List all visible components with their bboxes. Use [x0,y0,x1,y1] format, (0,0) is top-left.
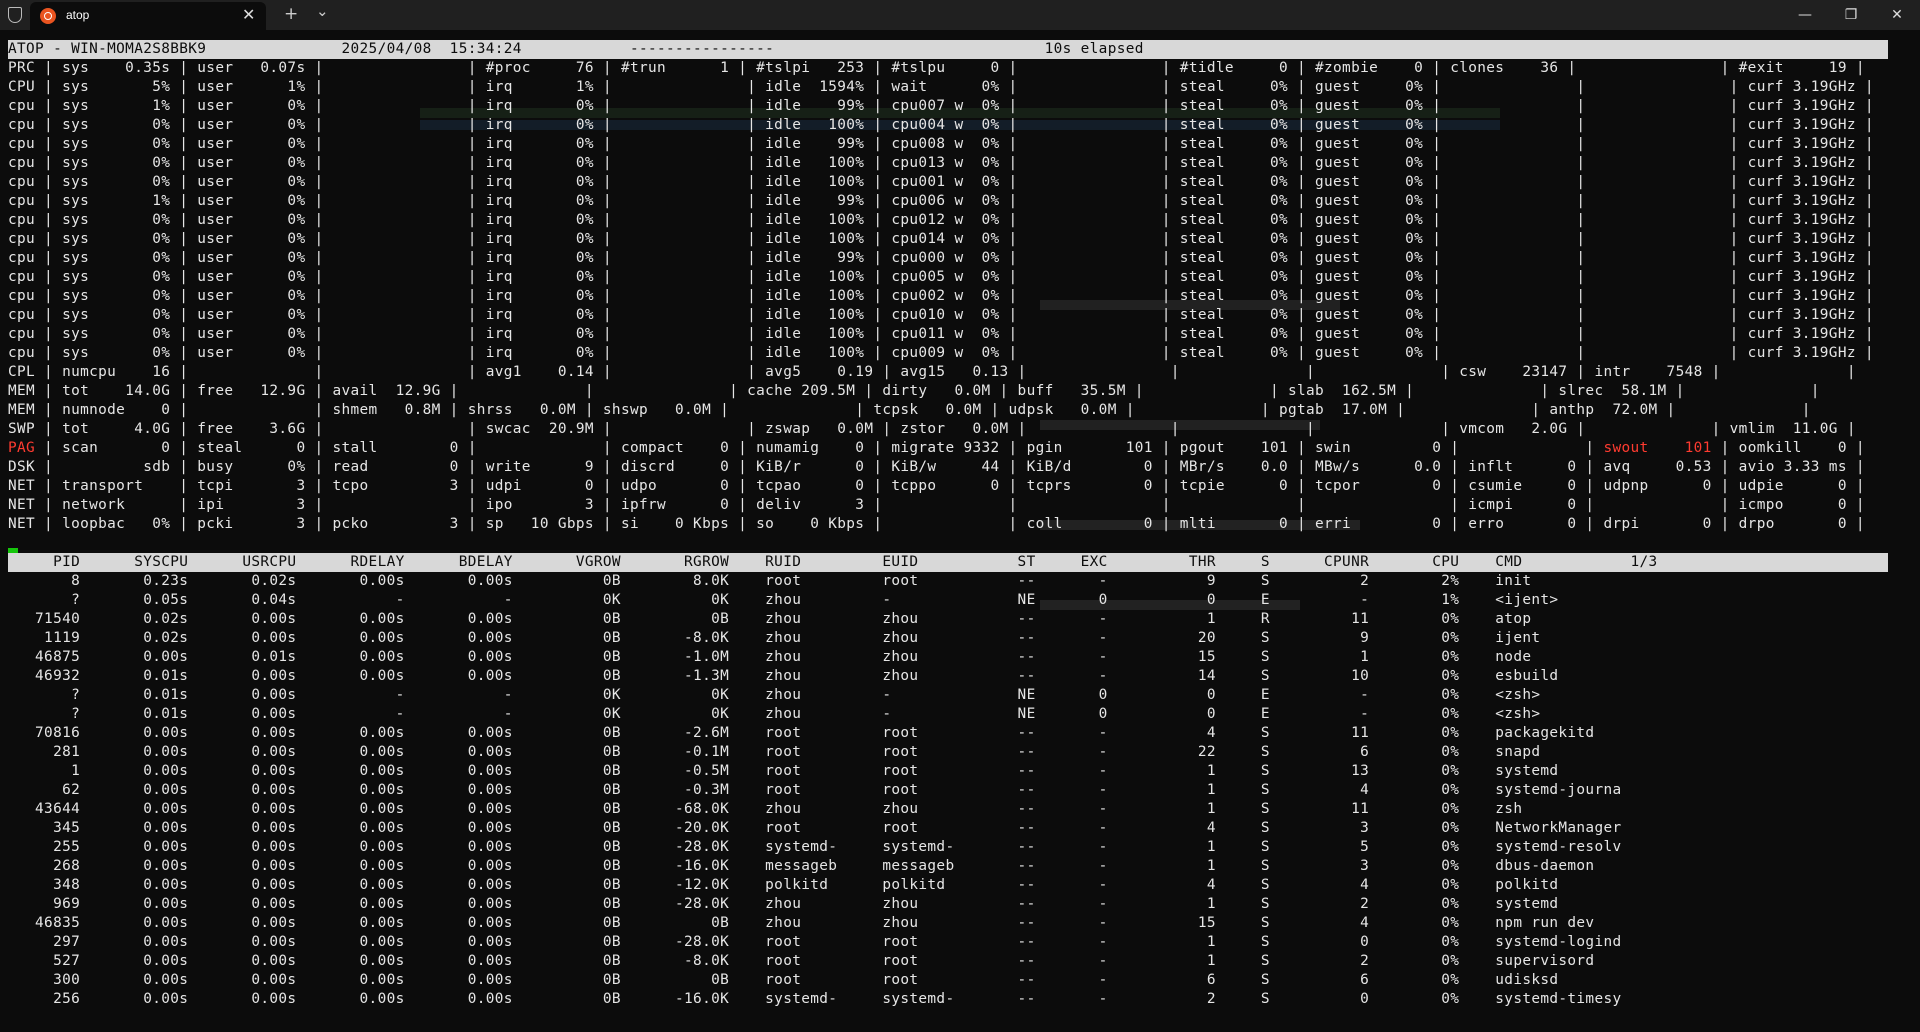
tab-dropdown-icon[interactable]: ⌄ [316,2,329,20]
stat-text: NET | network | ipi 3 | | ipo 3 | ipfrw … [8,497,1865,513]
stat-text: cpu | sys 0% | user 0% | | irq 0% | | id… [8,269,1874,285]
process-row[interactable]: ? 0.01s 0.00s - - 0K 0K zhou - NE 0 0 E … [8,686,1540,705]
swout-alert: swout 101 [1603,440,1712,456]
system-stat-row: NET | network | ipi 3 | | ipo 3 | ipfrw … [8,496,1865,515]
window-titlebar: atop ✕ + ⌄ — ❐ ✕ [0,0,1920,30]
system-stat-row: PRC | sys 0.35s | user 0.07s | | #proc 7… [8,59,1865,78]
stat-text: cpu | sys 1% | user 0% | | irq 0% | | id… [8,193,1874,209]
stat-text: CPL | numcpu 16 | | | avg1 0.14 | | avg5… [8,364,1856,380]
stat-text: cpu | sys 0% | user 0% | | irq 0% | | id… [8,345,1874,361]
alert-label: PAG [8,440,36,456]
process-row[interactable]: 46875 0.00s 0.01s 0.00s 0.00s 0B -1.0M z… [8,648,1531,667]
process-row[interactable]: 348 0.00s 0.00s 0.00s 0.00s 0B -12.0K po… [8,876,1558,895]
stat-text: cpu | sys 0% | user 0% | | irq 0% | | id… [8,136,1874,152]
ubuntu-icon [40,8,56,24]
stat-text: NET | loopbac 0% | pcki 3 | pcko 3 | sp … [8,516,1865,532]
restore-button[interactable]: ❐ [1828,2,1874,28]
stat-text: cpu | sys 0% | user 0% | | irq 0% | | id… [8,231,1874,247]
process-row[interactable]: ? 0.05s 0.04s - - 0K 0K zhou - NE 0 0 E … [8,591,1558,610]
system-stat-row: cpu | sys 0% | user 0% | | irq 0% | | id… [8,116,1874,135]
process-row[interactable]: 268 0.00s 0.00s 0.00s 0.00s 0B -16.0K me… [8,857,1594,876]
system-stat-row: cpu | sys 1% | user 0% | | irq 0% | | id… [8,192,1874,211]
process-row[interactable]: 281 0.00s 0.00s 0.00s 0.00s 0B -0.1M roo… [8,743,1540,762]
system-stat-row: NET | loopbac 0% | pcki 3 | pcko 3 | sp … [8,515,1865,534]
process-row[interactable]: 8 0.23s 0.02s 0.00s 0.00s 0B 8.0K root r… [8,572,1531,591]
stat-text: cpu | sys 1% | user 0% | | irq 0% | | id… [8,98,1874,114]
stat-text: cpu | sys 0% | user 0% | | irq 0% | | id… [8,117,1874,133]
process-row[interactable]: 70816 0.00s 0.00s 0.00s 0.00s 0B -2.6M r… [8,724,1594,743]
system-stat-row: cpu | sys 0% | user 0% | | irq 0% | | id… [8,249,1874,268]
process-row[interactable]: 71540 0.02s 0.00s 0.00s 0.00s 0B 0B zhou… [8,610,1531,629]
stat-text: cpu | sys 0% | user 0% | | irq 0% | | id… [8,307,1874,323]
system-stat-row: cpu | sys 0% | user 0% | | irq 0% | | id… [8,306,1874,325]
process-row[interactable]: 297 0.00s 0.00s 0.00s 0.00s 0B -28.0K ro… [8,933,1622,952]
process-row[interactable]: ? 0.01s 0.00s - - 0K 0K zhou - NE 0 0 E … [8,705,1540,724]
system-stat-row: NET | transport | tcpi 3 | tcpo 3 | udpi… [8,477,1865,496]
stat-text: cpu | sys 0% | user 0% | | irq 0% | | id… [8,155,1874,171]
process-row[interactable]: 43644 0.00s 0.00s 0.00s 0.00s 0B -68.0K … [8,800,1522,819]
system-stat-row: CPL | numcpu 16 | | | avg1 0.14 | | avg5… [8,363,1856,382]
process-row[interactable]: 969 0.00s 0.00s 0.00s 0.00s 0B -28.0K zh… [8,895,1558,914]
process-row[interactable]: 527 0.00s 0.00s 0.00s 0.00s 0B -8.0K roo… [8,952,1594,971]
process-row[interactable]: 1119 0.02s 0.00s 0.00s 0.00s 0B -8.0K zh… [8,629,1540,648]
system-stat-row: PAG | scan 0 | steal 0 | stall 0 | | com… [8,439,1865,458]
stat-text: SWP | tot 4.0G | free 3.6G | | swcac 20.… [8,421,1856,437]
process-row[interactable]: 46932 0.01s 0.00s 0.00s 0.00s 0B -1.3M z… [8,667,1558,686]
system-stat-row: cpu | sys 0% | user 0% | | irq 0% | | id… [8,154,1874,173]
stat-text: cpu | sys 0% | user 0% | | irq 0% | | id… [8,288,1874,304]
stat-text: | scan 0 | steal 0 | stall 0 | | compact… [35,440,1604,456]
system-stat-row: cpu | sys 0% | user 0% | | irq 0% | | id… [8,325,1874,344]
system-stat-row: cpu | sys 0% | user 0% | | irq 0% | | id… [8,268,1874,287]
process-row[interactable]: 300 0.00s 0.00s 0.00s 0.00s 0B 0B root r… [8,971,1558,990]
stat-text: cpu | sys 0% | user 0% | | irq 0% | | id… [8,174,1874,190]
stat-text: cpu | sys 0% | user 0% | | irq 0% | | id… [8,326,1874,342]
stat-text: cpu | sys 0% | user 0% | | irq 0% | | id… [8,250,1874,266]
stat-text: NET | transport | tcpi 3 | tcpo 3 | udpi… [8,478,1865,494]
process-row[interactable]: 62 0.00s 0.00s 0.00s 0.00s 0B -0.3M root… [8,781,1622,800]
system-stat-row: CPU | sys 5% | user 1% | | irq 1% | | id… [8,78,1874,97]
close-window-button[interactable]: ✕ [1874,2,1920,28]
system-stat-row: MEM | tot 14.0G | free 12.9G | avail 12.… [8,382,1820,401]
system-stat-row: MEM | numnode 0 | | shmem 0.8M | shrss 0… [8,401,1811,420]
system-stat-row: cpu | sys 0% | user 0% | | irq 0% | | id… [8,344,1874,363]
system-stat-row: cpu | sys 0% | user 0% | | irq 0% | | id… [8,173,1874,192]
system-stat-row: DSK | sdb | busy 0% | read 0 | write 9 |… [8,458,1865,477]
new-tab-button[interactable]: + [284,4,298,24]
shield-icon[interactable] [8,7,22,23]
stat-text: cpu | sys 0% | user 0% | | irq 0% | | id… [8,212,1874,228]
process-row[interactable]: 46835 0.00s 0.00s 0.00s 0.00s 0B 0B zhou… [8,914,1594,933]
atop-header-bar: ATOP - WIN-MOMA2S8BBK9 2025/04/08 15:34:… [8,40,1888,59]
minimize-button[interactable]: — [1782,2,1828,28]
system-stat-row: cpu | sys 0% | user 0% | | irq 0% | | id… [8,230,1874,249]
system-stat-row: SWP | tot 4.0G | free 3.6G | | swcac 20.… [8,420,1856,439]
tab-atop[interactable]: atop ✕ [30,2,266,30]
stat-text: MEM | tot 14.0G | free 12.9G | avail 12.… [8,383,1820,399]
system-stat-row: cpu | sys 0% | user 0% | | irq 0% | | id… [8,211,1874,230]
tab-title: atop [66,8,90,22]
system-stat-row: cpu | sys 0% | user 0% | | irq 0% | | id… [8,135,1874,154]
process-row[interactable]: 1 0.00s 0.00s 0.00s 0.00s 0B -0.5M root … [8,762,1558,781]
system-stat-row: cpu | sys 1% | user 0% | | irq 0% | | id… [8,97,1874,116]
system-stat-row: cpu | sys 0% | user 0% | | irq 0% | | id… [8,287,1874,306]
process-row[interactable]: 256 0.00s 0.00s 0.00s 0.00s 0B -16.0K sy… [8,990,1622,1009]
stat-text: CPU | sys 5% | user 1% | | irq 1% | | id… [8,79,1874,95]
stat-text: PRC | sys 0.35s | user 0.07s | | #proc 7… [8,60,1865,76]
stat-text: | oomkill 0 | [1711,440,1865,456]
process-table-header: PID SYSCPU USRCPU RDELAY BDELAY VGROW RG… [8,553,1888,572]
stat-text: DSK | sdb | busy 0% | read 0 | write 9 |… [8,459,1865,475]
process-row[interactable]: 345 0.00s 0.00s 0.00s 0.00s 0B -20.0K ro… [8,819,1622,838]
stat-text: MEM | numnode 0 | | shmem 0.8M | shrss 0… [8,402,1811,418]
process-row[interactable]: 255 0.00s 0.00s 0.00s 0.00s 0B -28.0K sy… [8,838,1622,857]
close-tab-icon[interactable]: ✕ [242,5,255,24]
